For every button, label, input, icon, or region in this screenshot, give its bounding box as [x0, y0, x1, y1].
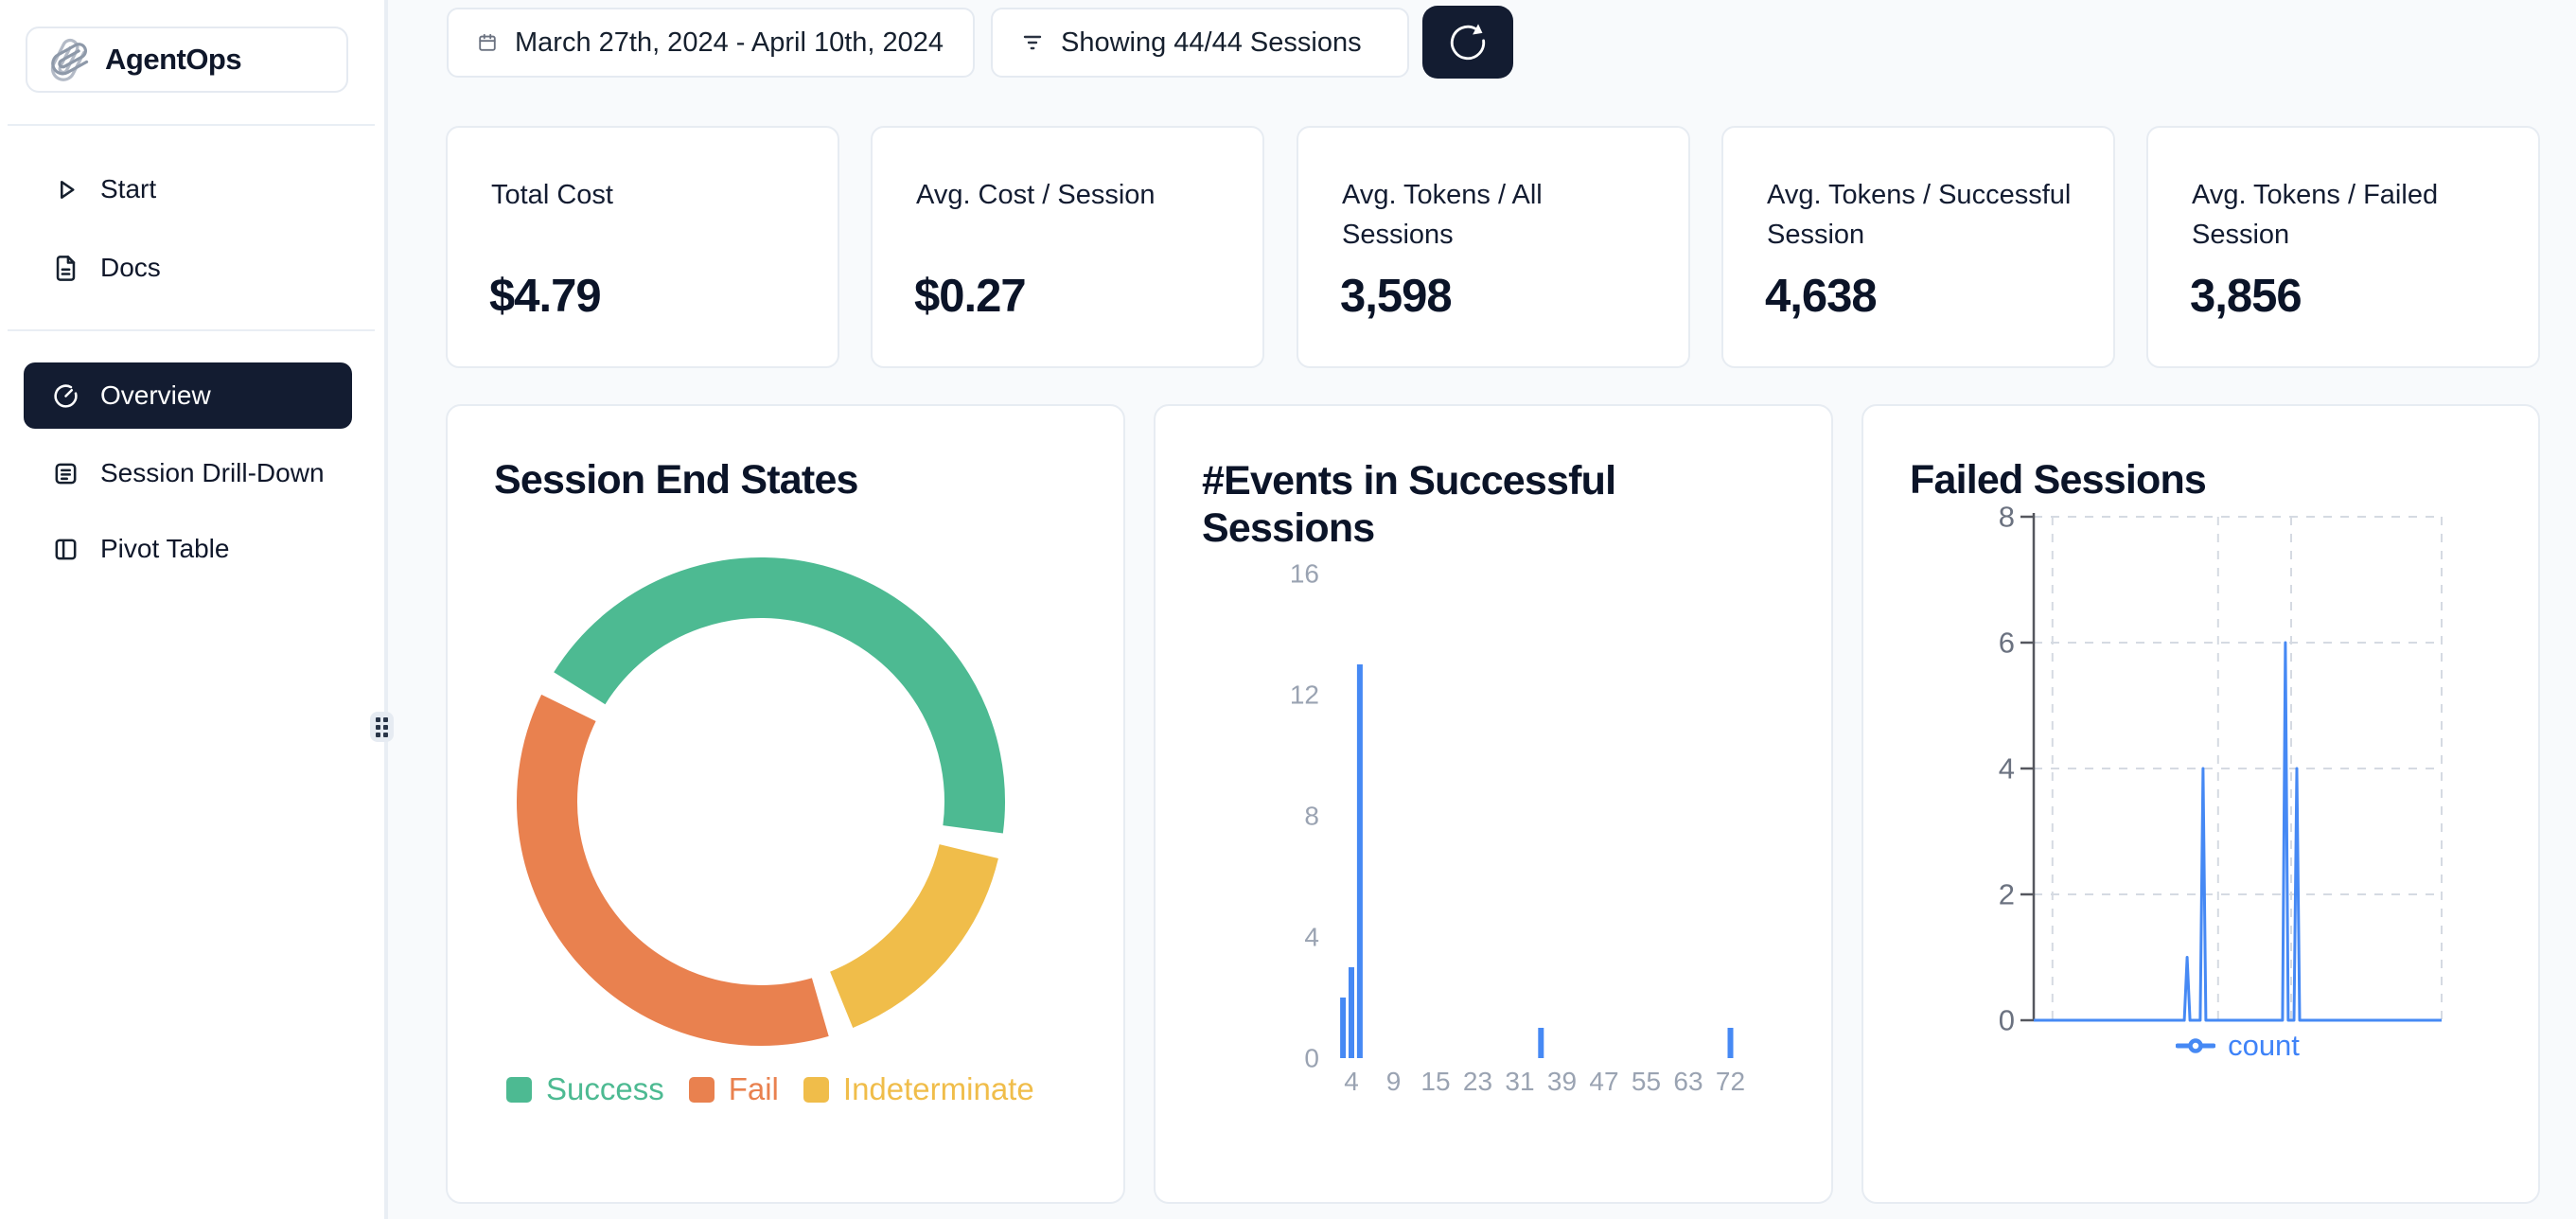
date-range-label: March 27th, 2024 - April 10th, 2024	[515, 27, 944, 59]
logo[interactable]: AgentOps	[26, 26, 348, 93]
stat-value: 4,638	[1765, 270, 1877, 323]
play-icon	[52, 176, 79, 203]
svg-text:8: 8	[1999, 501, 2015, 534]
svg-text:31: 31	[1505, 1067, 1534, 1096]
svg-text:55: 55	[1632, 1067, 1661, 1096]
svg-text:9: 9	[1386, 1067, 1402, 1096]
sidebar-item-label: Overview	[100, 380, 211, 411]
legend-item-success[interactable]: Success	[506, 1071, 664, 1107]
legend-swatch	[689, 1077, 715, 1103]
sidebar-item-session-drill-down[interactable]: Session Drill-Down	[24, 445, 352, 502]
svg-text:4: 4	[1304, 923, 1319, 952]
svg-text:23: 23	[1463, 1067, 1492, 1096]
sidebar-item-label: Pivot Table	[100, 534, 229, 564]
sidebar-item-pivot-table[interactable]: Pivot Table	[24, 521, 352, 577]
legend-item-indeterminate[interactable]: Indeterminate	[803, 1071, 1034, 1107]
events-bar-chart[interactable]: 0481216491523313947556372	[1269, 539, 1818, 1106]
sidebar-item-start[interactable]: Start	[24, 161, 352, 218]
refresh-button[interactable]	[1422, 6, 1513, 79]
legend-swatch	[506, 1077, 532, 1103]
sidebar-item-docs[interactable]: Docs	[24, 239, 352, 296]
events-in-successful-sessions-card: #Events in Successful Sessions 048121649…	[1154, 404, 1833, 1204]
stat-card-avg-tokens-successful: Avg. Tokens / Successful Session 4,638	[1721, 126, 2115, 368]
svg-text:6: 6	[1999, 627, 2015, 660]
svg-text:72: 72	[1716, 1067, 1745, 1096]
legend-label: Fail	[729, 1071, 779, 1107]
legend-swatch	[803, 1077, 829, 1103]
grip-dots-icon	[376, 717, 388, 737]
legend-label: count	[2228, 1029, 2300, 1063]
legend-item-fail[interactable]: Fail	[689, 1071, 779, 1107]
divider	[8, 329, 375, 331]
stat-card-avg-tokens-failed: Avg. Tokens / Failed Session 3,856	[2146, 126, 2540, 368]
list-icon	[52, 460, 79, 487]
stat-value: 3,856	[2190, 270, 2302, 323]
svg-text:2: 2	[1999, 878, 2015, 911]
chart-title: #Events in Successful Sessions	[1202, 457, 1770, 552]
sidebar-item-label: Docs	[100, 253, 161, 283]
svg-text:63: 63	[1673, 1067, 1703, 1096]
chart-title: Session End States	[494, 456, 858, 504]
session-end-states-card: Session End States Success Fail Indeterm…	[446, 404, 1125, 1204]
svg-text:15: 15	[1420, 1067, 1450, 1096]
svg-text:8: 8	[1304, 802, 1319, 831]
sidebar-resize-handle[interactable]	[370, 712, 394, 742]
sidebar: AgentOps Start Docs	[0, 0, 388, 1219]
count-legend-item[interactable]: count	[2034, 1024, 2442, 1068]
stat-value: $0.27	[914, 270, 1026, 323]
svg-text:47: 47	[1589, 1067, 1618, 1096]
failed-sessions-line-chart[interactable]: 0 2 4 6 8	[1986, 494, 2500, 1100]
stat-card-avg-tokens-all: Avg. Tokens / All Sessions 3,598	[1297, 126, 1690, 368]
line-series-marker-icon	[2176, 1035, 2215, 1056]
stat-card-total-cost: Total Cost $4.79	[446, 126, 839, 368]
document-icon	[52, 255, 79, 282]
svg-text:4: 4	[1999, 752, 2015, 786]
failed-sessions-card: Failed Sessions 02468 count	[1861, 404, 2540, 1204]
legend-label: Success	[546, 1071, 664, 1107]
sidebar-item-label: Session Drill-Down	[100, 458, 325, 488]
stat-label: Avg. Cost / Session	[916, 175, 1228, 215]
sessions-filter-label: Showing 44/44 Sessions	[1061, 27, 1362, 59]
sidebar-item-overview[interactable]: Overview	[24, 362, 352, 429]
stat-label: Avg. Tokens / Successful Session	[1767, 175, 2079, 255]
svg-text:16: 16	[1290, 559, 1319, 589]
sessions-filter-button[interactable]: Showing 44/44 Sessions	[991, 8, 1409, 78]
stat-card-avg-cost-session: Avg. Cost / Session $0.27	[871, 126, 1264, 368]
stat-value: $4.79	[489, 270, 601, 323]
filter-icon	[1021, 31, 1044, 54]
calendar-icon	[477, 32, 498, 53]
logo-text: AgentOps	[105, 43, 241, 77]
stat-label: Avg. Tokens / Failed Session	[2192, 175, 2504, 255]
agentops-dashboard: AgentOps Start Docs	[0, 0, 2576, 1219]
stat-label: Avg. Tokens / All Sessions	[1342, 175, 1654, 255]
svg-text:0: 0	[1999, 1004, 2015, 1037]
session-end-states-donut-chart[interactable]	[496, 537, 1026, 1067]
refresh-icon	[1446, 21, 1490, 64]
svg-text:12: 12	[1290, 680, 1319, 710]
gauge-icon	[52, 382, 79, 410]
sidebar-item-label: Start	[100, 174, 156, 204]
stat-value: 3,598	[1340, 270, 1452, 323]
split-panel-icon	[52, 536, 79, 563]
svg-text:4: 4	[1344, 1067, 1359, 1096]
donut-legend: Success Fail Indeterminate	[506, 1071, 1034, 1107]
stat-label: Total Cost	[491, 175, 803, 215]
svg-text:0: 0	[1304, 1044, 1319, 1073]
paperclip-logo-icon	[46, 38, 90, 81]
legend-label: Indeterminate	[843, 1071, 1034, 1107]
date-range-button[interactable]: March 27th, 2024 - April 10th, 2024	[447, 8, 975, 78]
svg-text:39: 39	[1547, 1067, 1577, 1096]
divider	[8, 124, 375, 126]
